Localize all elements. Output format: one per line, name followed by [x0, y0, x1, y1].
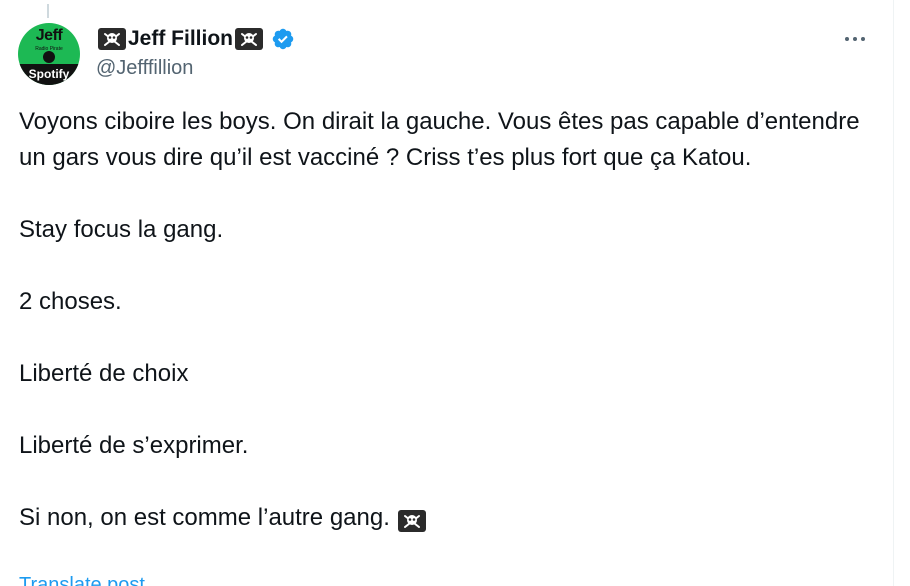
- tweet-line: [19, 464, 879, 500]
- tweet-line: [19, 248, 879, 284]
- tweet-line: [19, 176, 879, 212]
- tweet-card: Jeff Radio Pirate Spotify Jeff Fillion @…: [0, 0, 894, 586]
- tweet-line: [19, 320, 879, 356]
- tweet-line: Voyons ciboire les boys. On dirait la ga…: [19, 108, 860, 171]
- translate-post-link[interactable]: Translate post: [19, 574, 145, 586]
- tweet-line: [19, 392, 879, 428]
- tweet-line: Stay focus la gang.: [19, 216, 224, 243]
- skull-crossbones-icon: [235, 28, 263, 50]
- display-name[interactable]: Jeff Fillion: [128, 27, 233, 51]
- skull-crossbones-icon: [397, 509, 426, 532]
- more-options-icon[interactable]: [838, 26, 872, 52]
- avatar-logo-bottom-text: Spotify: [28, 67, 70, 81]
- tweet-last-line: Si non, on est comme l’autre gang.: [19, 500, 879, 536]
- avatar[interactable]: Jeff Radio Pirate Spotify: [18, 23, 80, 85]
- avatar-logo-top-text: Jeff: [35, 27, 63, 44]
- thread-connector-line: [47, 4, 49, 18]
- tweet-line: Liberté de s’exprimer.: [19, 432, 249, 459]
- user-info: Jeff Fillion @Jefffillion: [96, 25, 295, 80]
- tweet-text: Voyons ciboire les boys. On dirait la ga…: [19, 104, 879, 536]
- tweet-line: 2 choses.: [19, 288, 122, 315]
- user-handle[interactable]: @Jefffillion: [96, 57, 295, 80]
- skull-crossbones-icon: [98, 28, 126, 50]
- tweet-line: Liberté de choix: [19, 360, 189, 387]
- name-row: Jeff Fillion: [96, 25, 295, 53]
- verified-badge-icon[interactable]: [271, 27, 295, 51]
- tweet-line: Si non, on est comme l’autre gang.: [19, 504, 390, 531]
- spotify-icon: [43, 51, 55, 63]
